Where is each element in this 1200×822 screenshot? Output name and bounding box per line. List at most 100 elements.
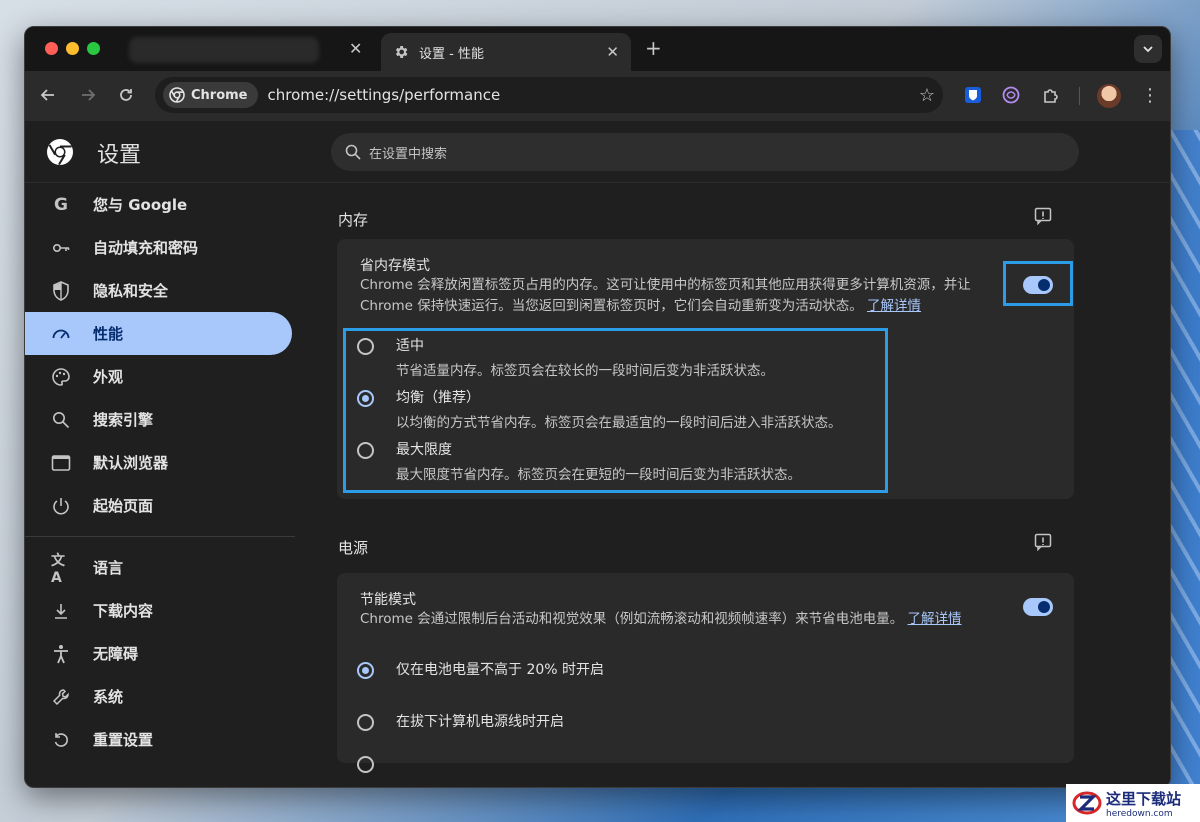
sidebar-item-label: 您与 Google xyxy=(93,196,188,214)
sidebar-item-label: 自动填充和密码 xyxy=(93,239,199,257)
tab-search-button[interactable] xyxy=(1134,35,1162,63)
radio-button[interactable] xyxy=(357,756,374,773)
sidebar-item-privacy[interactable]: 隐私和安全 xyxy=(25,269,292,312)
sidebar-item-label: 默认浏览器 xyxy=(93,454,169,472)
bookmark-star-icon[interactable]: ☆ xyxy=(919,85,935,106)
sidebar-item-downloads[interactable]: 下载内容 xyxy=(25,589,292,632)
browser-window: ✕ 设置 - 性能 ✕ + Chrome chrome://settings/p… xyxy=(24,26,1171,788)
toolbar-divider xyxy=(1079,87,1080,105)
memory-saver-toggle[interactable] xyxy=(1023,276,1053,294)
sidebar-item-you-and-google[interactable]: G 您与 Google xyxy=(25,183,292,226)
translate-icon: 文A xyxy=(51,552,65,586)
option-description: 最大限度节省内存。标签页会在更短的一段时间后变为非活跃状态。 xyxy=(396,467,801,483)
radio-button[interactable] xyxy=(357,442,374,459)
zoom-window-button[interactable] xyxy=(87,42,100,55)
sidebar-item-reset[interactable]: 重置设置 xyxy=(25,718,292,761)
reload-icon[interactable] xyxy=(117,86,135,104)
sidebar-item-appearance[interactable]: 外观 xyxy=(25,355,292,398)
puzzle-icon[interactable] xyxy=(1041,85,1061,105)
radio-button-checked[interactable] xyxy=(357,662,374,679)
forward-arrow-icon[interactable] xyxy=(79,86,97,104)
main-content: 内存 省内存模式 Chrome 会释放闲置标签页占用的内存。这可让使用中的标签页… xyxy=(337,183,1074,787)
radio-button[interactable] xyxy=(357,338,374,355)
sidebar-item-label: 语言 xyxy=(93,559,124,577)
window-controls xyxy=(45,42,100,55)
memory-learn-more-link[interactable]: 了解详情 xyxy=(867,298,921,314)
memory-saver-description: Chrome 会释放闲置标签页占用的内存。这可让使用中的标签页和其他应用获得更多… xyxy=(360,275,1020,317)
memory-option-maximum[interactable]: 最大限度 最大限度节省内存。标签页会在更短的一段时间后变为非活跃状态。 xyxy=(357,439,801,483)
sidebar-item-languages[interactable]: 文A 语言 xyxy=(25,546,292,589)
watermark-logo-icon xyxy=(1072,791,1102,815)
close-tab-icon[interactable]: ✕ xyxy=(349,39,362,58)
radio-button-checked[interactable] xyxy=(357,390,374,407)
url-text: chrome://settings/performance xyxy=(267,86,501,104)
chevron-down-icon xyxy=(1143,46,1153,53)
profile-avatar[interactable] xyxy=(1097,84,1121,108)
power-section-title: 电源 xyxy=(338,539,369,557)
energy-learn-more-link[interactable]: 了解详情 xyxy=(908,611,962,627)
sidebar-item-search-engine[interactable]: 搜索引擎 xyxy=(25,398,292,441)
address-bar[interactable]: Chrome chrome://settings/performance ☆ xyxy=(155,77,943,113)
sidebar-item-label: 下载内容 xyxy=(93,602,154,620)
energy-saver-card: 节能模式 Chrome 会通过限制后台活动和视觉效果（例如流畅滚动和视频帧速率）… xyxy=(337,573,1074,773)
sidebar-item-autofill[interactable]: 自动填充和密码 xyxy=(25,226,292,269)
sidebar-divider xyxy=(25,536,295,537)
site-chip-label: Chrome xyxy=(191,87,248,103)
option-label: 仅在电池电量不高于 20% 时开启 xyxy=(396,662,605,678)
tab-settings[interactable]: 设置 - 性能 ✕ xyxy=(381,33,631,71)
toolbar: Chrome chrome://settings/performance ☆ ⋮ xyxy=(25,71,1170,121)
power-icon xyxy=(51,496,71,516)
sidebar-item-accessibility[interactable]: 无障碍 xyxy=(25,632,292,675)
energy-option-battery-20[interactable]: 仅在电池电量不高于 20% 时开启 xyxy=(357,659,604,679)
site-chip[interactable]: Chrome xyxy=(163,82,258,108)
chrome-logo-icon xyxy=(47,139,73,166)
sidebar-item-label: 性能 xyxy=(93,325,124,343)
close-tab-icon[interactable]: ✕ xyxy=(606,43,619,61)
key-icon xyxy=(51,238,71,258)
memory-option-balanced[interactable]: 均衡（推荐） 以均衡的方式节省内存。标签页会在最适宜的一段时间后进入非活跃状态。 xyxy=(357,387,842,431)
new-tab-button[interactable]: + xyxy=(645,36,662,60)
feedback-icon[interactable] xyxy=(1034,207,1052,225)
memory-section-header: 内存 xyxy=(337,183,1074,239)
search-icon xyxy=(345,144,361,160)
tab-title: 设置 - 性能 xyxy=(419,46,484,62)
settings-search-input[interactable]: 在设置中搜索 xyxy=(331,133,1079,171)
memory-saver-card: 省内存模式 Chrome 会释放闲置标签页占用的内存。这可让使用中的标签页和其他… xyxy=(337,239,1074,499)
feedback-icon[interactable] xyxy=(1034,533,1052,551)
power-section-header: 电源 xyxy=(337,499,1074,573)
accessibility-icon xyxy=(51,644,71,664)
tab-blurred[interactable] xyxy=(129,37,319,63)
option-description: 节省适量内存。标签页会在较长的一段时间后变为非活跃状态。 xyxy=(396,363,774,379)
sidebar-item-label: 系统 xyxy=(93,688,124,706)
sidebar-item-on-startup[interactable]: 起始页面 xyxy=(25,484,292,527)
download-icon xyxy=(51,601,71,621)
search-icon xyxy=(51,410,71,430)
option-label: 在拔下计算机电源线时开启 xyxy=(396,714,564,730)
sidebar-item-performance[interactable]: 性能 xyxy=(25,312,292,355)
close-window-button[interactable] xyxy=(45,42,58,55)
page-title: 设置 xyxy=(97,143,142,168)
sidebar: G 您与 Google 自动填充和密码 隐私和安全 性能 外观 搜索引擎 默认浏… xyxy=(25,183,295,787)
more-options-icon[interactable]: ⋮ xyxy=(1141,85,1159,106)
energy-saver-toggle[interactable] xyxy=(1023,598,1053,616)
gear-icon xyxy=(395,46,408,58)
memory-option-moderate[interactable]: 适中 节省适量内存。标签页会在较长的一段时间后变为非活跃状态。 xyxy=(357,335,774,379)
ai-extension-icon[interactable] xyxy=(1001,85,1021,105)
search-placeholder: 在设置中搜索 xyxy=(369,146,448,162)
energy-option-unplugged[interactable]: 在拔下计算机电源线时开启 xyxy=(357,711,564,731)
sidebar-item-label: 外观 xyxy=(93,368,124,386)
option-label: 均衡（推荐） xyxy=(396,390,480,406)
bitwarden-icon[interactable] xyxy=(963,85,983,105)
watermark-text-en: heredown.com xyxy=(1106,808,1173,819)
sidebar-item-default-browser[interactable]: 默认浏览器 xyxy=(25,441,292,484)
speedometer-icon xyxy=(51,324,71,344)
sidebar-item-system[interactable]: 系统 xyxy=(25,675,292,718)
sidebar-item-label: 搜索引擎 xyxy=(93,411,154,429)
watermark-text-cn: 这里下载站 xyxy=(1106,789,1182,808)
minimize-window-button[interactable] xyxy=(66,42,79,55)
memory-desc-line-1: Chrome 会释放闲置标签页占用的内存。这可让使用中的标签页和其他应用获得更多… xyxy=(360,277,971,293)
energy-option-partial[interactable] xyxy=(357,753,396,773)
back-arrow-icon[interactable] xyxy=(39,86,57,104)
radio-button[interactable] xyxy=(357,714,374,731)
option-label: 适中 xyxy=(396,338,424,354)
